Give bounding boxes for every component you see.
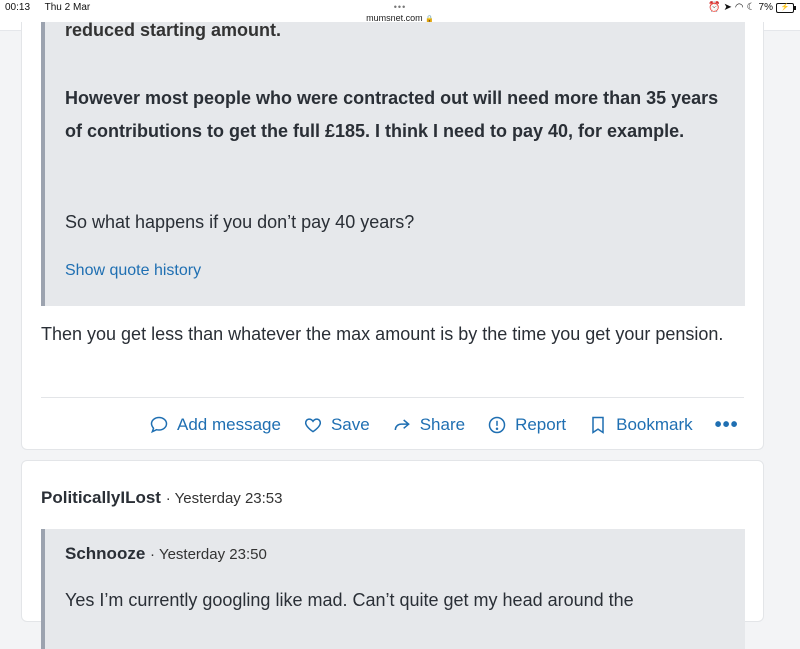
- quote-text: So what happens if you don’t pay 40 year…: [65, 212, 415, 232]
- post-timestamp: Yesterday 23:53: [174, 490, 283, 507]
- bookmark-icon: [592, 416, 604, 434]
- post-header: PoliticallyILost · Yesterday 23:53: [41, 488, 283, 507]
- report-button[interactable]: Report: [487, 415, 566, 435]
- quote-header: Schnooze · Yesterday 23:50: [65, 544, 267, 563]
- add-message-button[interactable]: Add message: [149, 415, 281, 435]
- add-message-label: Add message: [177, 415, 281, 434]
- post-card: reduced starting amount. However most pe…: [21, 20, 764, 450]
- moon-icon: ☾: [746, 2, 756, 13]
- quote-block: Schnooze · Yesterday 23:50 Yes I’m curre…: [41, 529, 745, 649]
- share-arrow-icon: [394, 419, 410, 431]
- battery-percent: 7%: [758, 2, 773, 13]
- divider: [41, 397, 744, 398]
- share-button[interactable]: Share: [392, 415, 465, 435]
- quote-text-partial: Yes I’m currently googling like mad. Can…: [65, 590, 634, 610]
- quote-block: reduced starting amount. However most pe…: [41, 20, 745, 306]
- heart-icon: [304, 418, 321, 433]
- share-label: Share: [419, 415, 466, 434]
- tab-dots-icon[interactable]: •••: [0, 3, 800, 12]
- save-label: Save: [330, 415, 370, 434]
- wifi-icon: ◠: [734, 2, 744, 13]
- bookmark-button[interactable]: Bookmark: [588, 415, 693, 435]
- location-icon: ➤: [723, 2, 732, 13]
- speech-bubble-icon: [150, 416, 168, 434]
- report-label: Report: [515, 415, 567, 434]
- post-actions: Add message Save Share Report Bookmark •…: [149, 412, 739, 438]
- quoted-timestamp: Yesterday 23:50: [158, 546, 267, 563]
- post-card: PoliticallyILost · Yesterday 23:53 Schno…: [21, 460, 764, 649]
- more-options-icon[interactable]: •••: [715, 414, 739, 437]
- status-bar-right: ⏰ ➤ ◠ ☾ 7% ⚡: [708, 2, 796, 13]
- quote-text-partial: reduced starting amount.: [65, 20, 282, 40]
- save-button[interactable]: Save: [303, 415, 370, 435]
- quote-text-bold: However most people who were contracted …: [65, 88, 719, 141]
- show-quote-history-link[interactable]: Show quote history: [65, 262, 201, 280]
- battery-icon: ⚡: [776, 2, 796, 13]
- post-message: Then you get less than whatever the max …: [41, 324, 724, 344]
- exclamation-circle-icon: [488, 416, 506, 434]
- author-name[interactable]: PoliticallyILost: [41, 488, 161, 507]
- bookmark-label: Bookmark: [616, 415, 693, 434]
- alarm-icon: ⏰: [708, 2, 721, 13]
- quoted-author[interactable]: Schnooze: [65, 544, 145, 563]
